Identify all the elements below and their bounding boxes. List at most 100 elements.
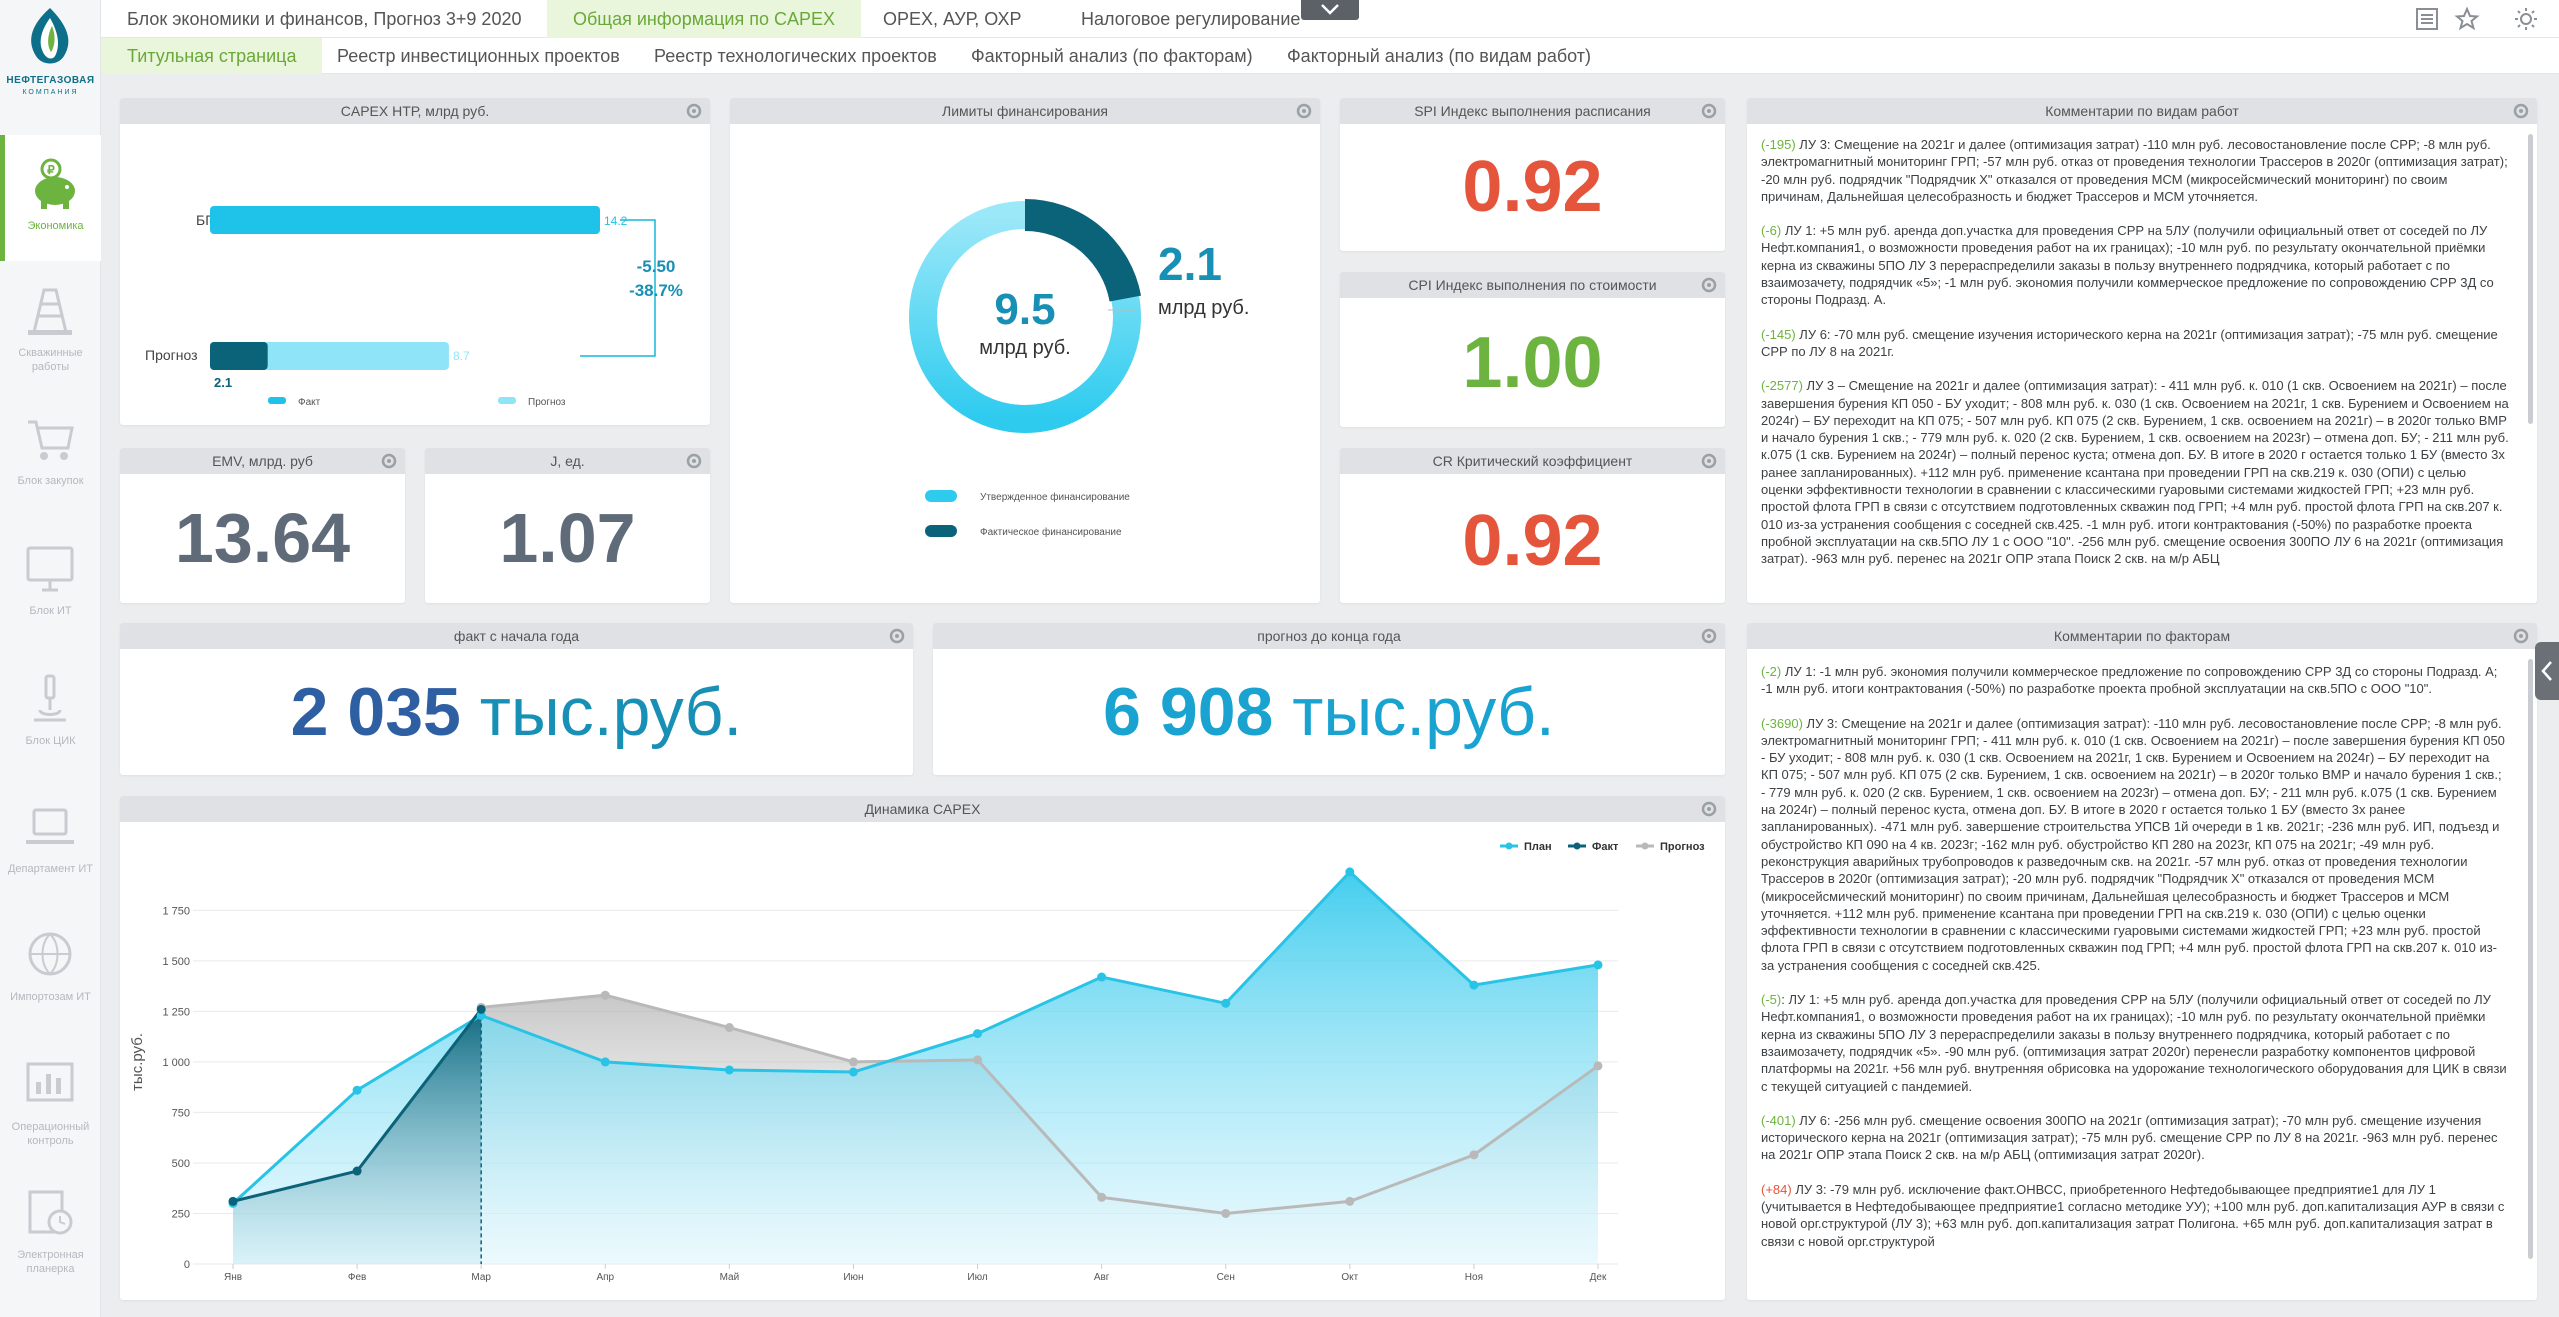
tab-title-page[interactable]: Титульная страница [101, 38, 323, 74]
comment-delta: (-401) [1761, 1112, 1796, 1128]
panel-title: факт с начала года [453, 628, 580, 644]
sidebar-item-operational-control[interactable]: Операционный контроль [0, 1036, 101, 1162]
gear-icon[interactable] [887, 626, 907, 646]
data-point[interactable] [1345, 1196, 1355, 1206]
y-tick-label: 250 [172, 1208, 190, 1220]
sidebar-item-e-meeting[interactable]: Электронная планерка [0, 1164, 101, 1290]
panel-header: J, ед. [425, 448, 710, 474]
brand-subtitle: КОМПАНИЯ [22, 89, 79, 96]
data-point[interactable] [973, 1055, 983, 1065]
legend-fact-swatch [268, 397, 286, 404]
chart-legend: План Факт Прогноз [1500, 841, 1705, 853]
data-point[interactable] [352, 1085, 362, 1095]
gear-icon[interactable] [379, 451, 399, 471]
sidebar-item-economy[interactable]: ₽ Экономика [0, 135, 101, 261]
tab-investment-registry[interactable]: Реестр инвестиционных проектов [317, 38, 640, 74]
diff-percent: -38.7% [629, 281, 683, 300]
gear-icon[interactable] [1699, 101, 1719, 121]
panel-title: CPI Индекс выполнения по стоимости [1408, 277, 1657, 293]
data-point[interactable] [1221, 1208, 1231, 1218]
panel-title: прогноз до конца года [1257, 628, 1401, 644]
data-point[interactable] [848, 1067, 858, 1077]
data-point[interactable] [724, 1065, 734, 1075]
legend-label[interactable]: План [1524, 841, 1552, 853]
sidebar-item-well-works[interactable]: Скважинные работы [0, 262, 101, 388]
gear-icon[interactable] [2511, 626, 2531, 646]
sidebar-item-label: Импортозам ИТ [10, 991, 91, 1003]
panel-title: Лимиты финансирования [942, 103, 1108, 119]
sidebar: НЕФТЕГАЗОВАЯ КОМПАНИЯ ₽ Экономика Скважи… [0, 0, 101, 1317]
x-tick-label: Янв [224, 1272, 242, 1283]
sidebar-item-cik[interactable]: Блок ЦИК [0, 650, 101, 776]
legend-marker [1573, 842, 1581, 850]
panel-header: EMV, млрд. руб [120, 448, 405, 474]
panel-title: J, ед. [550, 453, 585, 469]
comments-works-scrollbar[interactable] [2528, 134, 2533, 424]
tab-factor-analysis-factors[interactable]: Факторный анализ (по факторам) [951, 38, 1273, 74]
tab-opex[interactable]: OPEX, АУР, ОХР [869, 0, 1035, 38]
data-point[interactable] [476, 1004, 486, 1014]
diff-value: -5.50 [637, 257, 676, 276]
comment-delta: (-6) [1761, 223, 1782, 239]
comment-delta: (-145) [1761, 326, 1796, 342]
sidebar-item-label: Операционный контроль [11, 1121, 90, 1147]
sidebar-item-procurement[interactable]: Блок закупок [0, 390, 101, 516]
star-icon[interactable] [2454, 6, 2480, 32]
theme-toggle-icon[interactable] [2513, 6, 2539, 32]
tab-tax-regulation[interactable]: Налоговое регулирование [1067, 0, 1314, 38]
gear-icon[interactable] [1294, 101, 1314, 121]
panel-header: Комментарии по видам работ [1747, 98, 2537, 124]
spi-panel: SPI Индекс выполнения расписания 0.92 [1340, 98, 1725, 251]
collapse-header-button[interactable] [1301, 0, 1359, 20]
comment-delta: (-2577) [1761, 378, 1803, 394]
data-point[interactable] [1469, 1150, 1479, 1160]
legend-label[interactable]: Прогноз [1660, 841, 1705, 853]
comment-text: ЛУ 3: Смещение на 2021г и далее (оптимиз… [1761, 137, 2508, 204]
y-tick-label: 1 000 [162, 1057, 190, 1069]
cr-panel: CR Критический коэффициент 0.92 [1340, 448, 1725, 603]
data-point[interactable] [352, 1166, 362, 1176]
company-logo[interactable]: НЕФТЕГАЗОВАЯ КОМПАНИЯ [0, 0, 101, 110]
comments-factors-scrollbar[interactable] [2528, 659, 2533, 1259]
gear-icon[interactable] [2511, 101, 2531, 121]
list-view-icon[interactable] [2414, 6, 2440, 32]
data-point[interactable] [1097, 1192, 1107, 1202]
data-point[interactable] [600, 990, 610, 1000]
tab-factor-analysis-works[interactable]: Факторный анализ (по видам работ) [1267, 38, 1611, 74]
panel-header: CPI Индекс выполнения по стоимости [1340, 272, 1725, 298]
sidebar-item-it-block[interactable]: Блок ИТ [0, 520, 101, 646]
gear-icon[interactable] [1699, 451, 1719, 471]
data-point[interactable] [1593, 960, 1603, 970]
sidebar-item-label: Блок закупок [17, 475, 84, 487]
tab-economy-block[interactable]: Блок экономики и финансов, Прогноз 3+9 2… [113, 0, 535, 38]
data-point[interactable] [1345, 867, 1355, 877]
data-point[interactable] [600, 1057, 610, 1067]
side-panel-toggle[interactable] [2535, 642, 2559, 700]
data-point[interactable] [848, 1057, 858, 1067]
gear-icon[interactable] [684, 451, 704, 471]
y-tick-label: 1 250 [162, 1006, 190, 1018]
ytd-value: 2 035 тыс.руб. [120, 673, 913, 751]
data-point[interactable] [228, 1196, 238, 1206]
data-point[interactable] [973, 1029, 983, 1039]
data-point[interactable] [1097, 972, 1107, 982]
gear-icon[interactable] [684, 101, 704, 121]
tab-capex-general[interactable]: Общая информация по CAPEX [547, 0, 861, 38]
gear-icon[interactable] [1699, 275, 1719, 295]
gear-icon[interactable] [1699, 799, 1719, 819]
data-point[interactable] [1469, 980, 1479, 990]
tab-tech-registry[interactable]: Реестр технологических проектов [634, 38, 957, 74]
actual-unit: млрд руб. [1158, 297, 1249, 319]
legend-forecast-swatch [498, 397, 516, 404]
gear-icon[interactable] [1699, 626, 1719, 646]
x-tick-label: Мар [471, 1272, 491, 1283]
legend-label[interactable]: Факт [1592, 841, 1619, 853]
sidebar-item-it-department[interactable]: Департамент ИТ [0, 778, 101, 904]
sidebar-item-import-substitution[interactable]: Импортозам ИТ [0, 906, 101, 1032]
data-point[interactable] [1221, 998, 1231, 1008]
comment-item: (-145) ЛУ 6: -70 млн руб. смещение изуче… [1761, 326, 2509, 361]
cpi-value: 1.00 [1462, 323, 1603, 403]
data-point[interactable] [1593, 1061, 1603, 1071]
panel-header: прогноз до конца года [933, 623, 1725, 649]
data-point[interactable] [724, 1023, 734, 1033]
